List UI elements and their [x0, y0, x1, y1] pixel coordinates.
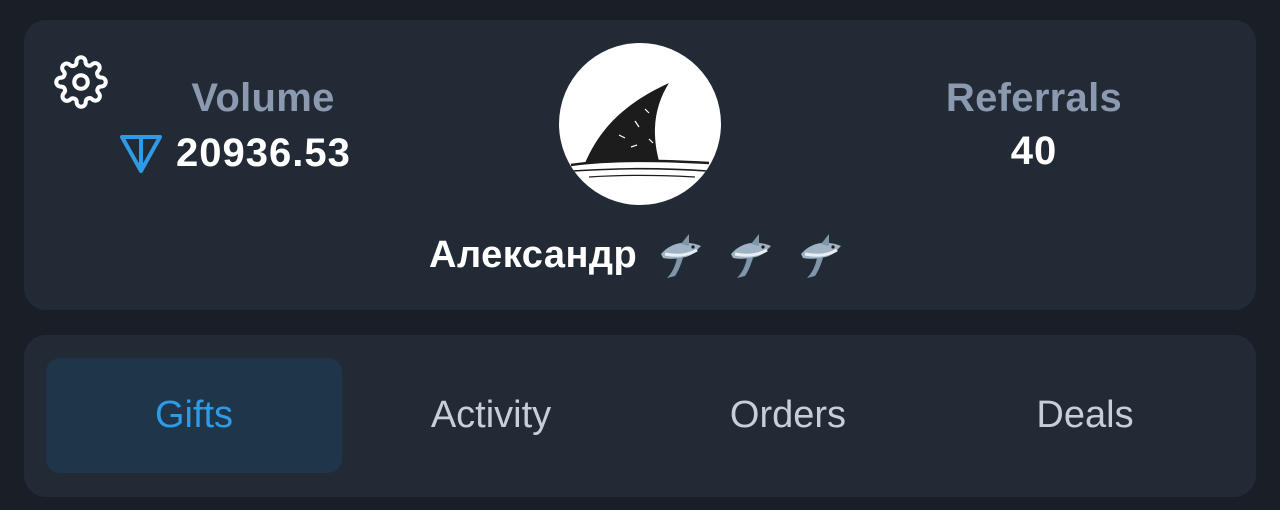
referrals-value: 40 [1010, 129, 1058, 173]
shark-fin-avatar-icon [570, 83, 710, 178]
volume-value: 20936.53 [176, 131, 351, 175]
tab-activity[interactable]: Activity [343, 358, 639, 473]
tab-orders[interactable]: Orders [640, 358, 936, 473]
tab-bar: Gifts Activity Orders Deals [24, 335, 1256, 497]
username: Александр [429, 233, 638, 276]
shark-emoji-icon [731, 234, 772, 278]
tab-deals[interactable]: Deals [937, 358, 1233, 473]
username-row: Александр [429, 225, 847, 285]
profile-card: Volume 20936.53 Александр Referrals 40 [24, 20, 1256, 310]
volume-label: Volume [191, 76, 335, 120]
referrals-stat: Referrals 40 [914, 76, 1154, 174]
tab-gifts[interactable]: Gifts [46, 358, 342, 473]
avatar[interactable] [559, 43, 721, 205]
volume-stat: Volume 20936.53 [114, 76, 384, 176]
referrals-label: Referrals [945, 76, 1123, 120]
shark-emoji-icon [801, 234, 842, 278]
shark-emoji-icon [661, 234, 702, 278]
ton-icon [120, 134, 162, 173]
gear-icon[interactable] [54, 55, 108, 109]
